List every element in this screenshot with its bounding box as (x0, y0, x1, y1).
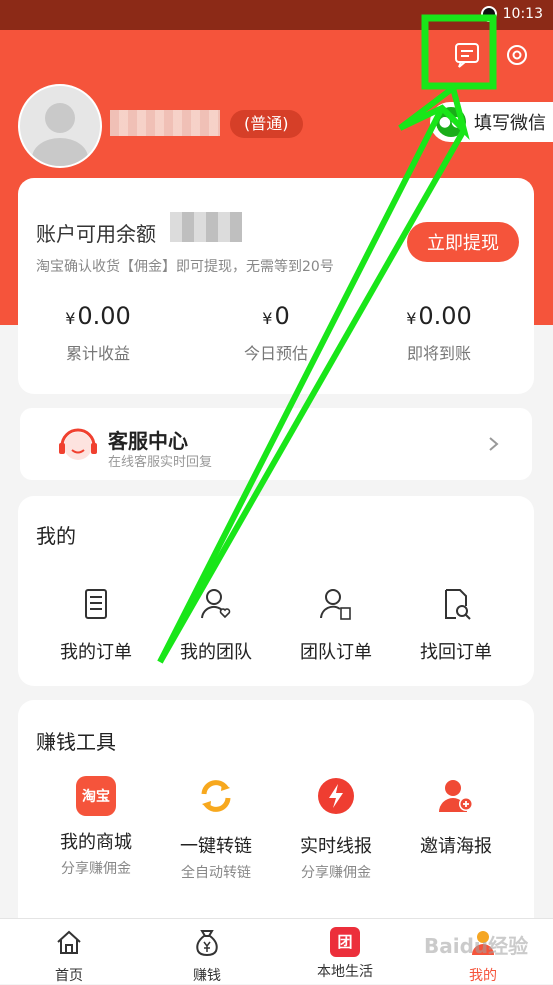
my-mall-item[interactable]: 淘宝 我的商城 分享赚佣金 (36, 776, 156, 878)
fill-wechat-button[interactable]: ●● 填写微信 (430, 102, 553, 142)
service-subtitle: 在线客服实时回复 (108, 455, 213, 470)
username-redacted (110, 110, 220, 136)
flash-icon (318, 778, 354, 814)
avatar[interactable] (18, 84, 102, 168)
dnd-icon (480, 6, 497, 22)
balance-card: 账户可用余额 淘宝确认收货【佣金】即可提现，无需等到20号 立即提现 ¥0.00… (18, 178, 534, 394)
stat-pending: ¥0.00 即将到账 (406, 302, 472, 363)
find-orders-item[interactable]: 找回订单 (396, 586, 516, 664)
chevron-right-icon (489, 437, 499, 451)
find-order-icon (445, 589, 471, 620)
tab-local-life[interactable]: 团 本地生活 (290, 927, 400, 981)
service-title: 客服中心 (108, 429, 188, 453)
invite-poster-item[interactable]: 邀请海报 (396, 776, 516, 862)
gear-icon[interactable] (502, 40, 532, 70)
my-section-title: 我的 (36, 524, 76, 548)
convert-link-icon (201, 780, 231, 812)
convert-link-item[interactable]: 一键转链 全自动转链 (156, 776, 276, 882)
tab-earn[interactable]: 赚钱 (152, 927, 262, 985)
balance-title: 账户可用余额 (36, 222, 156, 246)
fill-wechat-label: 填写微信 (474, 113, 546, 134)
balance-redacted (170, 212, 242, 242)
withdraw-button[interactable]: 立即提现 (407, 222, 519, 262)
order-list-icon (85, 589, 107, 619)
my-orders-item[interactable]: 我的订单 (36, 586, 156, 664)
team-order-icon (320, 589, 351, 620)
stat-today-estimate: ¥0 今日预估 (243, 302, 308, 363)
member-level-badge: (普通) (230, 110, 303, 138)
my-team-item[interactable]: 我的团队 (156, 586, 276, 664)
headset-icon (59, 428, 97, 460)
group-buy-icon: 团 (330, 927, 360, 957)
message-icon[interactable] (452, 40, 482, 70)
status-bar: 10:13 (0, 0, 553, 30)
realtime-deals-item[interactable]: 实时线报 分享赚佣金 (276, 776, 396, 882)
tab-home[interactable]: 首页 (14, 927, 124, 985)
wechat-icon: ●● (436, 107, 466, 137)
team-icon (201, 589, 231, 619)
watermark: Baidu经验 (424, 934, 529, 958)
status-time: 10:13 (502, 6, 543, 22)
customer-service-row[interactable]: 客服中心 在线客服实时回复 (20, 408, 532, 480)
money-bag-icon (196, 930, 218, 957)
invite-poster-icon (439, 780, 473, 812)
stat-total-earnings: ¥0.00 累计收益 (65, 302, 131, 363)
team-orders-item[interactable]: 团队订单 (276, 586, 396, 664)
home-icon (57, 930, 81, 954)
my-section: 我的 我的订单 我的团队 团队订单 找回订单 (18, 496, 534, 686)
taobao-icon: 淘宝 (76, 776, 116, 816)
tools-section-title: 赚钱工具 (36, 730, 116, 754)
balance-subtitle: 淘宝确认收货【佣金】即可提现，无需等到20号 (36, 259, 334, 275)
tools-section: 赚钱工具 淘宝 我的商城 分享赚佣金 一键转链 全自动转链 实时线报 分享赚佣金 (18, 700, 534, 940)
